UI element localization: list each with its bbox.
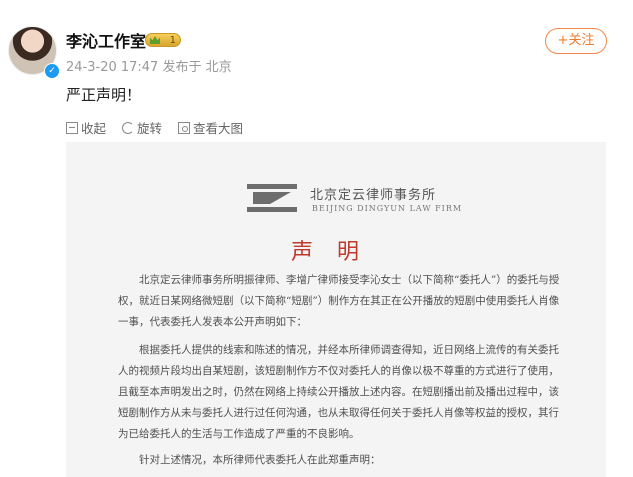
post-location: 发布于 北京 <box>162 60 232 75</box>
collapse-icon <box>66 121 78 134</box>
user-name[interactable]: 李沁工作室 <box>66 28 146 52</box>
level-badge[interactable]: 1 <box>145 33 181 47</box>
rotate-button[interactable]: 旋转 <box>122 118 162 137</box>
firm-name-cn: 北京定云律师事务所 <box>310 188 437 203</box>
post-timestamp[interactable]: 24-3-20 17:47 <box>66 60 158 75</box>
collapse-label: 收起 <box>81 121 107 136</box>
rotate-label: 旋转 <box>137 121 163 136</box>
view-full-label: 查看大图 <box>193 121 244 136</box>
rotate-icon <box>122 121 135 134</box>
statement-paragraph: 根据委托人提供的线索和陈述的情况，并经本所律师调查得知，近日网络上流传的有关委托… <box>118 344 559 440</box>
post-text: 严正声明！ <box>66 86 142 104</box>
view-full-image-button[interactable]: 查看大图 <box>178 118 243 137</box>
document-title: 声明 <box>291 240 384 265</box>
statement-paragraph: 北京定云律师事务所明振律师、李增广律师接受李沁女士（以下简称“委托人”）的委托与… <box>118 274 560 328</box>
collapse-button[interactable]: 收起 <box>66 118 106 137</box>
image-actions: 收起 旋转 查看大图 <box>66 118 243 137</box>
crown-icon <box>150 36 160 44</box>
badge-level: 1 <box>169 35 176 46</box>
verified-icon: ✓ <box>44 63 60 79</box>
statement-image[interactable]: 北京定云律师事务所 BEIJING DINGYUN LAW FIRM 声明 北京… <box>66 142 606 477</box>
firm-name-en: BEIJING DINGYUN LAW FIRM <box>312 204 463 213</box>
post-meta: 24-3-20 17:47 发布于 北京 <box>66 56 232 75</box>
follow-button[interactable]: +关注 <box>545 28 607 54</box>
law-firm-logo-icon <box>247 184 297 212</box>
zoom-icon <box>178 121 191 134</box>
statement-paragraph: 针对上述情况，本所律师代表委托人在此郑重声明： <box>139 454 381 466</box>
